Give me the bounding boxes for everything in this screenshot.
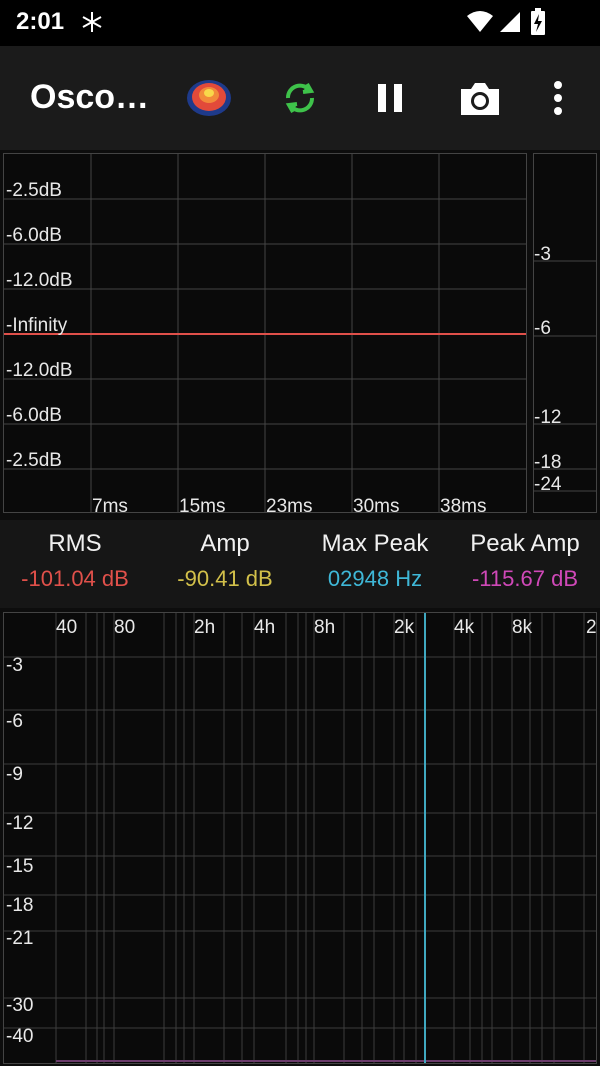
spectrum-y-label: -12 — [6, 813, 34, 834]
spectrum-x-label: 4h — [254, 617, 276, 638]
spectrum-grid — [4, 613, 596, 1063]
waveform-x-label: 23ms — [266, 496, 313, 517]
spectrum-x-label: 4k — [454, 617, 475, 638]
waveform-y-label: -6.0dB — [6, 225, 62, 246]
waveform-y-label: -Infinity — [6, 315, 68, 336]
stat-value: 02948 Hz — [327, 566, 423, 591]
wifi-icon — [467, 11, 493, 32]
meter-label: -12 — [534, 407, 562, 428]
spectrum-y-label: -40 — [6, 1026, 34, 1047]
spectrum-app-icon[interactable] — [185, 74, 233, 122]
stat-value: -90.41 dB — [177, 566, 273, 591]
stat-rms: RMS -101.04 dB — [0, 530, 150, 592]
stat-label: RMS — [48, 530, 102, 557]
waveform-y-label: -12.0dB — [6, 270, 73, 291]
spectrum-x-label: 80 — [114, 617, 136, 638]
cell-signal-icon — [500, 12, 520, 32]
meter-label: -24 — [534, 474, 562, 495]
status-bar: 2:01 — [0, 0, 600, 46]
stats-bar: RMS -101.04 dB Amp -90.41 dB Max Peak 02… — [0, 520, 600, 608]
spectrum-x-label: 8k — [512, 617, 533, 638]
level-meter-panel: -3 -6 -12 -18 -24 — [533, 153, 597, 513]
spectrum-y-label: -30 — [6, 995, 34, 1016]
waveform-x-label: 7ms — [92, 496, 128, 517]
stat-max-peak: Max Peak 02948 Hz — [300, 530, 450, 592]
stat-value: -101.04 dB — [21, 566, 129, 591]
waveform-y-label: -6.0dB — [6, 405, 62, 426]
stat-label: Amp — [200, 530, 250, 557]
spectrum-y-label: -15 — [6, 856, 34, 877]
waveform-x-label: 15ms — [179, 496, 226, 517]
spectrum-y-label: -18 — [6, 895, 34, 916]
stat-label: Max Peak — [321, 530, 429, 557]
stat-amp: Amp -90.41 dB — [150, 530, 300, 592]
network-activity-icon — [82, 12, 102, 32]
waveform-panel[interactable]: -2.5dB -6.0dB -12.0dB -Infinity -12.0dB … — [3, 153, 527, 517]
app-bar: Osco… — [0, 46, 600, 150]
stat-value: -115.67 dB — [471, 566, 578, 591]
waveform-grid — [4, 154, 526, 512]
meter-label: -18 — [534, 452, 562, 473]
app-title: Osco… — [30, 78, 150, 116]
pause-icon[interactable] — [366, 74, 414, 122]
spectrum-x-label: 2h — [194, 617, 216, 638]
meter-label: -6 — [534, 318, 551, 339]
spectrum-y-label: -21 — [6, 928, 34, 949]
spectrum-x-label: 2k — [394, 617, 415, 638]
spectrum-x-label: 40 — [56, 617, 78, 638]
waveform-x-label: 38ms — [440, 496, 487, 517]
waveform-x-label: 30ms — [353, 496, 400, 517]
spectrum-x-label: 8h — [314, 617, 336, 638]
stat-peak-amp: Peak Amp -115.67 dB — [450, 530, 600, 592]
status-time: 2:01 — [16, 8, 65, 35]
waveform-y-label: -2.5dB — [6, 180, 62, 201]
meter-label: -3 — [534, 244, 551, 265]
spectrum-x-label: 2 — [586, 617, 597, 638]
stat-label: Peak Amp — [470, 530, 580, 557]
sync-icon[interactable] — [276, 74, 324, 122]
battery-charging-icon — [531, 8, 545, 35]
camera-icon[interactable] — [456, 74, 504, 122]
spectrum-y-label: -3 — [6, 655, 23, 676]
spectrum-y-label: -6 — [6, 711, 23, 732]
waveform-y-label: -12.0dB — [6, 360, 73, 381]
more-vert-icon[interactable] — [534, 74, 582, 122]
spectrum-panel[interactable]: 40 80 2h 4h 8h 2k 4k 8k 2 -3 -6 -9 -12 -… — [3, 612, 597, 1064]
waveform-y-label: -2.5dB — [6, 450, 62, 471]
spectrum-y-label: -9 — [6, 764, 23, 785]
